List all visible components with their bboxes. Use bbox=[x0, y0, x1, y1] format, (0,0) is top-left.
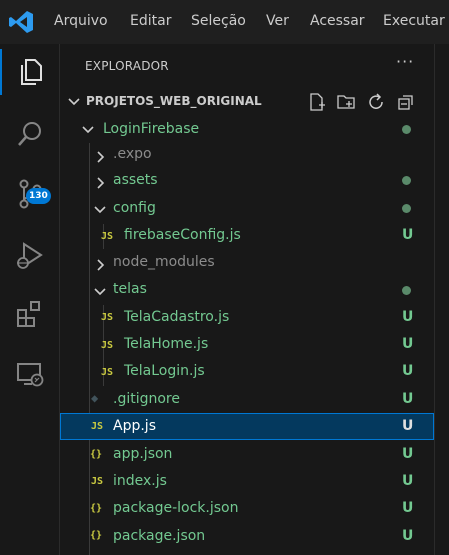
js-file-icon: JS bbox=[101, 367, 114, 378]
js-file-icon: JS bbox=[101, 312, 114, 323]
files-icon bbox=[21, 59, 42, 85]
menu-executar[interactable]: Executar bbox=[383, 13, 445, 29]
tree-file-index-js[interactable]: index.js bbox=[113, 473, 167, 489]
run-debug-activity[interactable] bbox=[0, 230, 60, 282]
tree-file-telacadastro[interactable]: TelaCadastro.js bbox=[124, 309, 229, 325]
tree-folder-loginfirebase[interactable]: LoginFirebase bbox=[103, 121, 199, 137]
refresh-icon[interactable] bbox=[367, 93, 385, 111]
untracked-status: U bbox=[402, 500, 414, 516]
tree-folder-telas[interactable]: telas bbox=[113, 281, 147, 297]
new-folder-icon[interactable] bbox=[337, 93, 355, 111]
tree-file-app-json[interactable]: app.json bbox=[113, 446, 172, 462]
untracked-status: U bbox=[402, 227, 414, 243]
chevron-down-icon[interactable] bbox=[67, 95, 81, 109]
search-icon bbox=[18, 122, 41, 146]
untracked-status: U bbox=[402, 363, 414, 379]
tree-file-gitignore[interactable]: .gitignore bbox=[113, 391, 180, 407]
vscode-logo-icon[interactable] bbox=[8, 10, 34, 34]
chevron-down-icon[interactable] bbox=[93, 285, 107, 299]
tree-file-telahome[interactable]: TelaHome.js bbox=[124, 336, 208, 352]
modified-dot bbox=[402, 286, 411, 295]
untracked-status: U bbox=[402, 528, 414, 544]
menu-editar[interactable]: Editar bbox=[130, 13, 171, 29]
chevron-down-icon[interactable] bbox=[93, 203, 107, 217]
new-file-icon[interactable] bbox=[308, 93, 326, 111]
untracked-status: U bbox=[402, 391, 414, 407]
modified-dot bbox=[402, 125, 411, 134]
untracked-status: U bbox=[402, 336, 414, 352]
git-file-icon: ◆ bbox=[91, 391, 99, 405]
menu-selecao[interactable]: Seleção bbox=[191, 13, 246, 29]
modified-dot bbox=[402, 176, 411, 185]
json-file-icon: {} bbox=[90, 530, 103, 541]
chevron-down-icon[interactable] bbox=[81, 123, 95, 137]
tree-folder-node-modules[interactable]: node_modules bbox=[113, 254, 215, 270]
more-actions-icon[interactable]: ··· bbox=[396, 52, 414, 71]
chevron-right-icon[interactable] bbox=[93, 150, 107, 164]
chevron-right-icon[interactable] bbox=[93, 258, 107, 272]
js-file-icon: JS bbox=[91, 476, 104, 487]
run-debug-icon bbox=[17, 242, 43, 269]
remote-explorer-activity[interactable] bbox=[0, 348, 60, 400]
activity-bar: 130 bbox=[0, 44, 60, 555]
remote-explorer-icon bbox=[17, 363, 44, 387]
js-file-icon: JS bbox=[101, 340, 114, 351]
extensions-activity[interactable] bbox=[0, 288, 60, 340]
js-file-icon: JS bbox=[101, 231, 114, 242]
modified-dot bbox=[402, 204, 411, 213]
tree-file-telalogin[interactable]: TelaLogin.js bbox=[124, 363, 205, 379]
search-activity[interactable] bbox=[0, 108, 60, 160]
tree-file-package-lock-json[interactable]: package-lock.json bbox=[113, 500, 239, 516]
untracked-status: U bbox=[402, 446, 414, 462]
chevron-right-icon[interactable] bbox=[93, 176, 107, 190]
json-file-icon: {} bbox=[90, 449, 103, 460]
active-indicator bbox=[0, 49, 2, 95]
menu-acessar[interactable]: Acessar bbox=[310, 13, 365, 29]
workspace-root[interactable]: PROJETOS_WEB_ORIGINAL bbox=[86, 94, 262, 108]
tree-file-package-json[interactable]: package.json bbox=[113, 528, 205, 544]
collapse-all-icon[interactable] bbox=[397, 93, 415, 111]
extensions-icon bbox=[17, 301, 40, 327]
tree-file-app-js[interactable]: App.js bbox=[113, 418, 156, 434]
explorer-title: EXPLORADOR bbox=[85, 59, 169, 73]
indent-guide bbox=[89, 143, 90, 555]
tree-file-firebaseconfig[interactable]: firebaseConfig.js bbox=[124, 227, 241, 243]
tree-folder-config[interactable]: config bbox=[113, 200, 156, 216]
untracked-status: U bbox=[402, 309, 414, 325]
js-file-icon: JS bbox=[91, 421, 104, 432]
menu-ver[interactable]: Ver bbox=[266, 13, 289, 29]
tree-folder-expo[interactable]: .expo bbox=[113, 146, 152, 162]
menu-arquivo[interactable]: Arquivo bbox=[54, 13, 108, 29]
source-control-badge: 130 bbox=[26, 188, 51, 204]
tree-folder-assets[interactable]: assets bbox=[113, 172, 158, 188]
explorer-activity[interactable] bbox=[0, 46, 60, 98]
source-control-activity[interactable]: 130 bbox=[0, 168, 60, 220]
untracked-status: U bbox=[402, 473, 414, 489]
untracked-status: U bbox=[402, 418, 414, 434]
scrollbar[interactable] bbox=[434, 44, 449, 555]
title-bar: Arquivo Editar Seleção Ver Acessar Execu… bbox=[0, 0, 449, 44]
json-file-icon: {} bbox=[90, 503, 103, 514]
